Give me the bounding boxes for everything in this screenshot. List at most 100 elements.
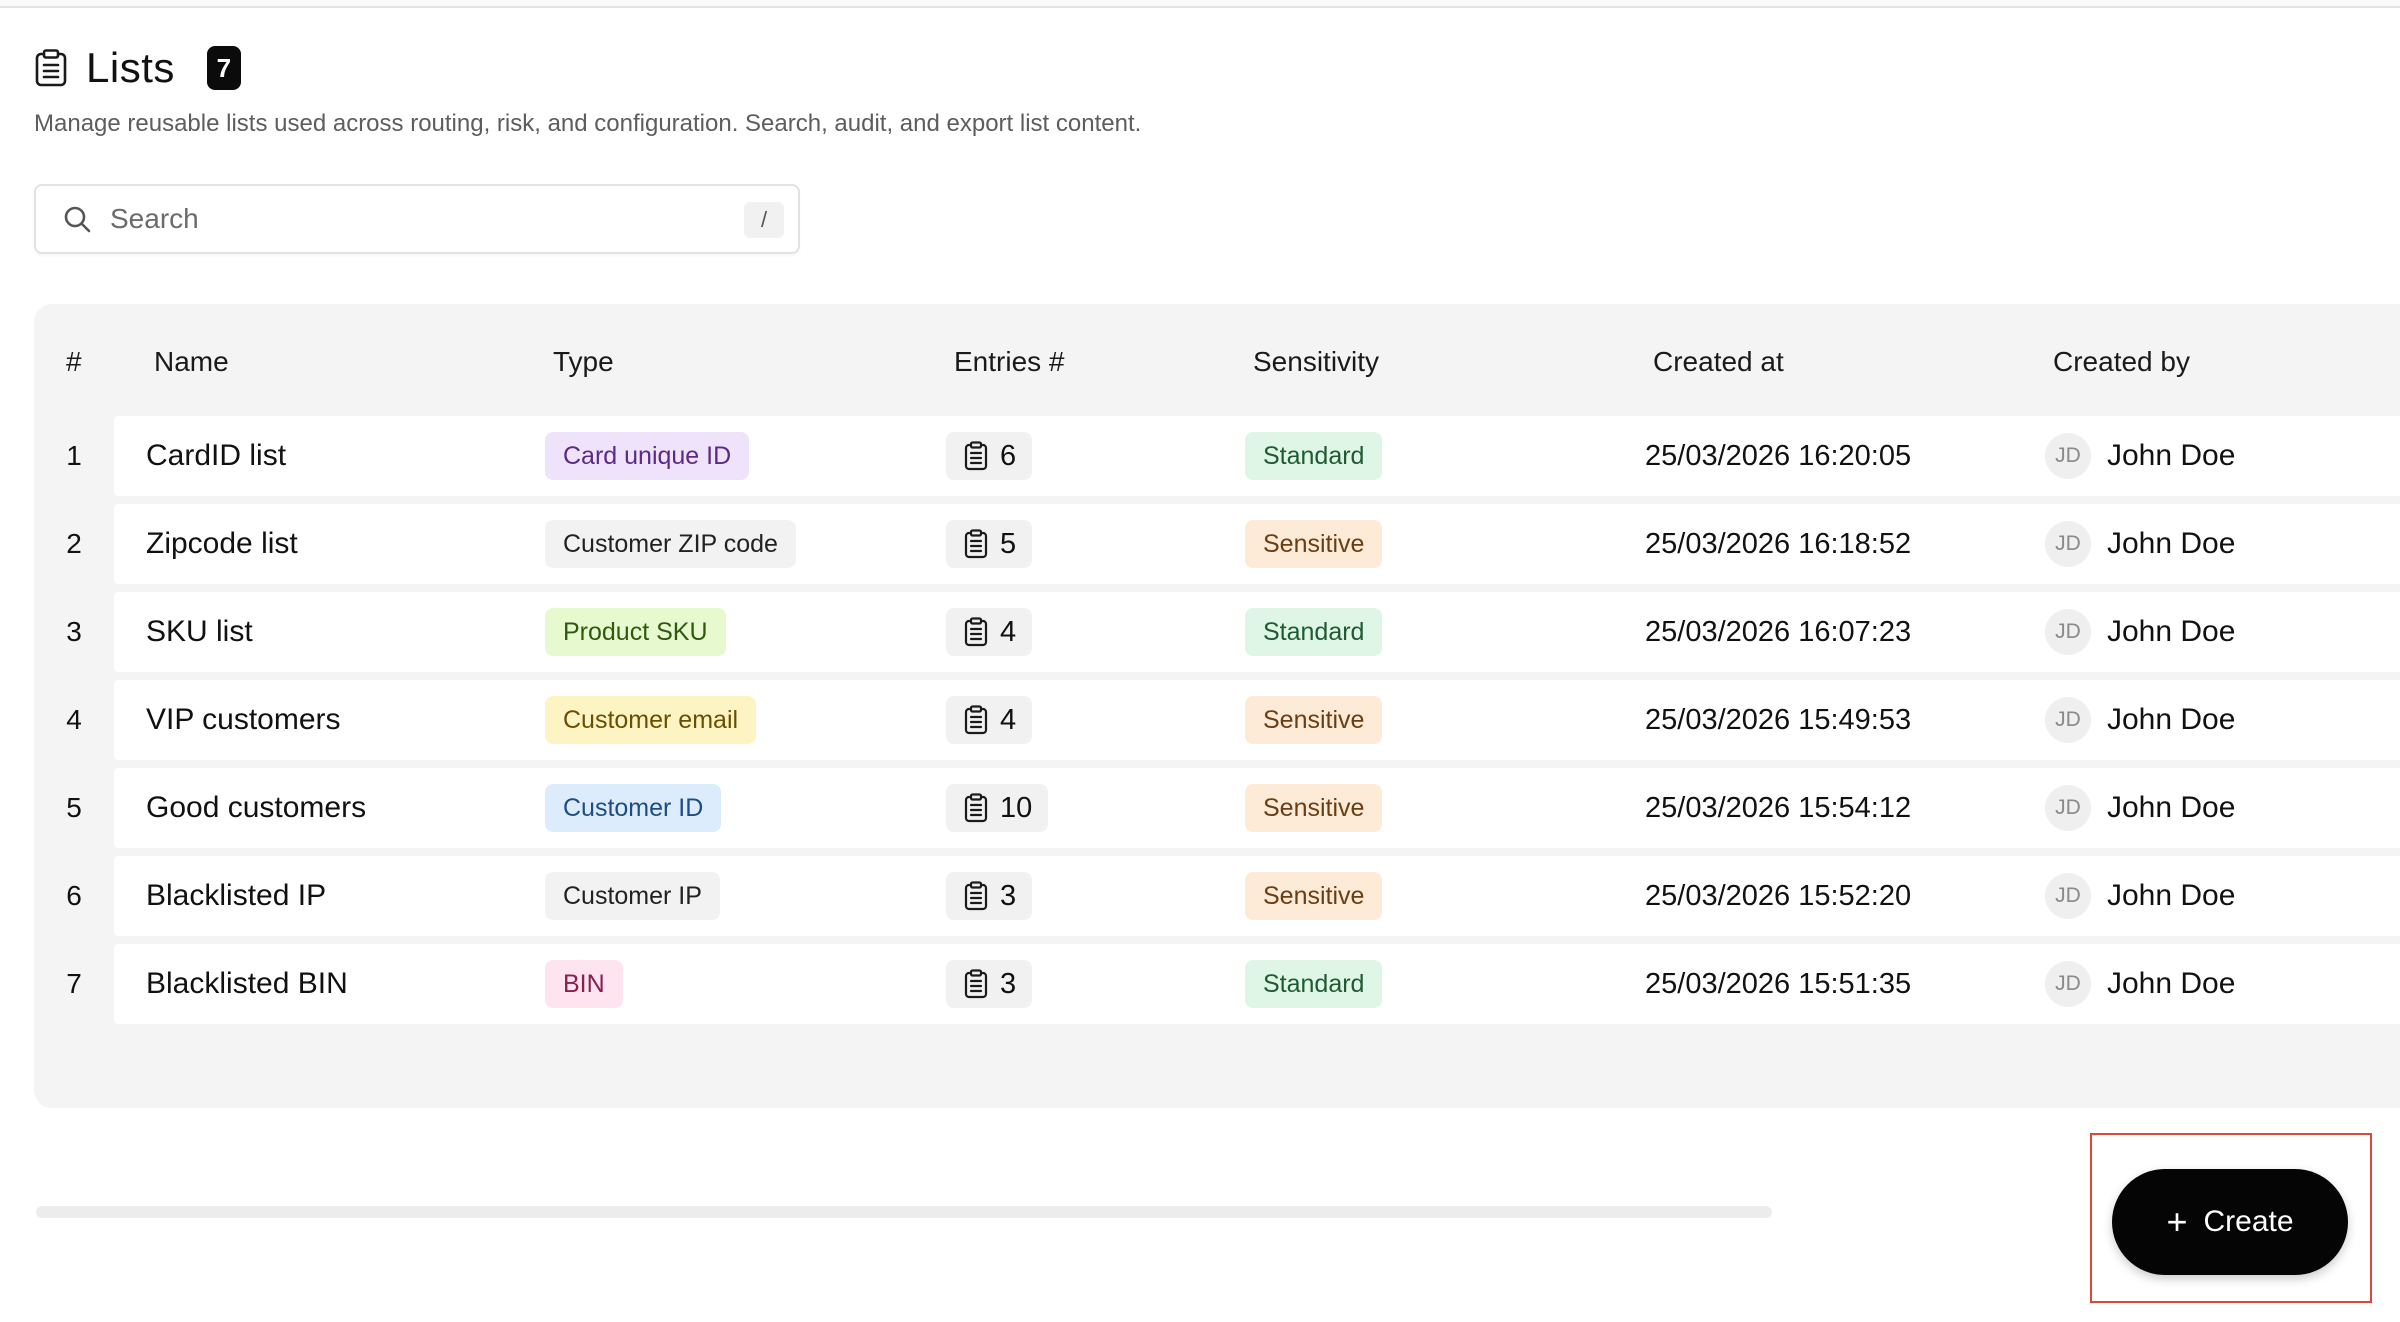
table-row[interactable]: 7 Blacklisted BIN BIN 3 Standard 25/03/2026 1… (66, 944, 2400, 1024)
column-header-type[interactable]: Type (553, 340, 614, 384)
type-badge: Customer email (545, 696, 757, 744)
table-row[interactable]: 3 SKU list Product SKU 4 Standard 25/03/2026 … (66, 592, 2400, 672)
list-name[interactable]: SKU list (146, 592, 253, 672)
column-header-created-at[interactable]: Created at (1653, 340, 1784, 384)
document-icon (964, 793, 988, 823)
created-at: 25/03/2026 16:18:52 (1645, 527, 1912, 560)
row-body[interactable]: VIP customers Customer email 4 Sensitive 25/… (114, 680, 2400, 760)
avatar: JD (2045, 609, 2091, 655)
entries-value: 6 (1000, 439, 1017, 472)
entries-value: 5 (1000, 527, 1017, 560)
row-body[interactable]: CardID list Card unique ID 6 Standard 25/03/… (114, 416, 2400, 496)
avatar: JD (2045, 785, 2091, 831)
entries-count: 6 (946, 432, 1033, 480)
created-at: 25/03/2026 16:20:05 (1645, 439, 1912, 472)
created-at: 25/03/2026 15:51:35 (1645, 967, 1912, 1000)
created-by-name: John Doe (2107, 703, 2236, 736)
create-button-label: Create (2203, 1205, 2294, 1238)
avatar: JD (2045, 697, 2091, 743)
type-badge: Product SKU (545, 608, 726, 656)
document-icon (964, 529, 988, 559)
row-number: 7 (66, 968, 82, 999)
list-count-badge: 7 (206, 46, 241, 90)
created-by-name: John Doe (2107, 615, 2236, 648)
table-row[interactable]: 4 VIP customers Customer email 4 Sensitive 25… (66, 680, 2400, 760)
page-header: Lists 7 (34, 40, 241, 96)
document-icon (964, 881, 988, 911)
page-description: Manage reusable lists used across routin… (34, 110, 1142, 137)
sensitivity-badge: Standard (1245, 608, 1383, 656)
clipboard-list-icon (34, 49, 68, 87)
row-number: 6 (66, 880, 82, 911)
plus-icon: + (2166, 1201, 2188, 1242)
document-icon (964, 705, 988, 735)
row-body[interactable]: SKU list Product SKU 4 Standard 25/03/2026 1… (114, 592, 2400, 672)
type-badge: Card unique ID (545, 432, 750, 480)
table-row[interactable]: 5 Good customers Customer ID 10 Sensitive 25/… (66, 768, 2400, 848)
table-row[interactable]: 1 CardID list Card unique ID 6 Standard 25/03… (66, 416, 2400, 496)
entries-count: 3 (946, 872, 1033, 920)
entries-count: 3 (946, 960, 1033, 1008)
list-name[interactable]: Zipcode list (146, 504, 298, 584)
entries-value: 4 (1000, 703, 1017, 736)
list-name[interactable]: Blacklisted BIN (146, 944, 348, 1024)
table-row[interactable]: 2 Zipcode list Customer ZIP code 5 Sensitive… (66, 504, 2400, 584)
type-badge: Customer ID (545, 784, 722, 832)
create-button[interactable]: + Create (2112, 1169, 2348, 1275)
row-number: 3 (66, 616, 82, 647)
avatar: JD (2045, 873, 2091, 919)
column-header-name[interactable]: Name (154, 340, 229, 384)
sensitivity-badge: Sensitive (1245, 696, 1383, 744)
created-by-name: John Doe (2107, 879, 2236, 912)
row-body[interactable]: Blacklisted BIN BIN 3 Standard 25/03/2026 15… (114, 944, 2400, 1024)
top-divider (0, 0, 2400, 8)
page-title: Lists (86, 44, 175, 91)
avatar: JD (2045, 433, 2091, 479)
document-icon (964, 969, 988, 999)
list-name[interactable]: CardID list (146, 416, 286, 496)
list-name[interactable]: Blacklisted IP (146, 856, 326, 936)
search-box[interactable]: / (34, 184, 800, 254)
created-by-name: John Doe (2107, 439, 2236, 472)
list-name[interactable]: VIP customers (146, 680, 341, 760)
entries-count: 4 (946, 608, 1033, 656)
created-by-name: John Doe (2107, 791, 2236, 824)
row-body[interactable]: Zipcode list Customer ZIP code 5 Sensitive 2… (114, 504, 2400, 584)
created-by-name: John Doe (2107, 527, 2236, 560)
type-badge: Customer IP (545, 872, 720, 920)
column-header-entries[interactable]: Entries # (954, 340, 1065, 384)
row-body[interactable]: Good customers Customer ID 10 Sensitive 25/0… (114, 768, 2400, 848)
avatar: JD (2045, 961, 2091, 1007)
search-shortcut-key: / (744, 202, 784, 238)
lists-table: # Name Type Entries # Sensitivity Create… (34, 304, 2400, 1108)
column-header-number[interactable]: # (66, 340, 82, 384)
search-icon (62, 204, 92, 234)
row-number: 4 (66, 704, 82, 735)
type-badge: Customer ZIP code (545, 520, 796, 568)
entries-value: 3 (1000, 879, 1017, 912)
created-by-name: John Doe (2107, 967, 2236, 1000)
column-header-sensitivity[interactable]: Sensitivity (1253, 340, 1379, 384)
entries-value: 3 (1000, 967, 1017, 1000)
avatar: JD (2045, 521, 2091, 567)
row-number: 2 (66, 528, 82, 559)
column-header-created-by[interactable]: Created by (2053, 340, 2190, 384)
table-row[interactable]: 6 Blacklisted IP Customer IP 3 Sensitive 25/0… (66, 856, 2400, 936)
row-body[interactable]: Blacklisted IP Customer IP 3 Sensitive 25/03… (114, 856, 2400, 936)
horizontal-scrollbar[interactable] (36, 1206, 1772, 1218)
entries-value: 4 (1000, 615, 1017, 648)
search-input[interactable] (108, 202, 712, 236)
row-number: 1 (66, 440, 82, 471)
type-badge: BIN (545, 960, 623, 1008)
entries-count: 10 (946, 784, 1049, 832)
sensitivity-badge: Standard (1245, 960, 1383, 1008)
table-header: # Name Type Entries # Sensitivity Create… (34, 340, 2400, 384)
sensitivity-badge: Sensitive (1245, 872, 1383, 920)
created-at: 25/03/2026 15:54:12 (1645, 791, 1912, 824)
sensitivity-badge: Sensitive (1245, 784, 1383, 832)
entries-value: 10 (1000, 791, 1033, 824)
entries-count: 4 (946, 696, 1033, 744)
sensitivity-badge: Sensitive (1245, 520, 1383, 568)
row-number: 5 (66, 792, 82, 823)
list-name[interactable]: Good customers (146, 768, 366, 848)
